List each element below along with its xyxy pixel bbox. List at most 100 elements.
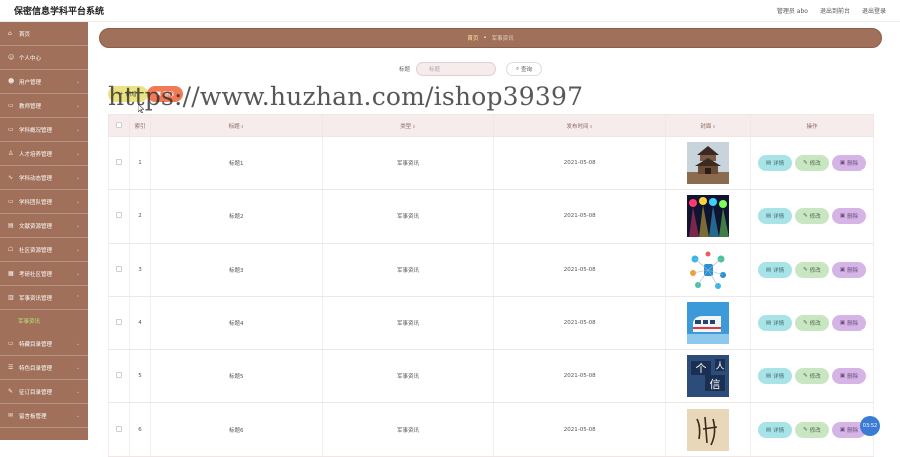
sidebar-item-dynamics[interactable]: ∿ 学科动态管理 ⌄ xyxy=(0,166,88,190)
edit-button[interactable]: ✎ 修改 xyxy=(794,155,829,172)
trash-icon: ▣ xyxy=(839,426,846,433)
pencil-icon: ✎ xyxy=(803,320,808,327)
train-image xyxy=(687,302,730,345)
col-header-title[interactable]: 标题⬍ xyxy=(149,114,323,137)
breadcrumb: 首页 • 军事资讯 xyxy=(99,28,882,48)
row-delete-button[interactable]: ▣ 删除 xyxy=(831,208,866,225)
sidebar-item-teachers[interactable]: ▭ 教师管理 ⌄ xyxy=(0,94,88,118)
book-icon: ▤ xyxy=(8,222,14,229)
cell-ops: ▤ 详情 ✎ 修改 ▣ 删除 xyxy=(749,296,875,351)
back-to-front-link[interactable]: 退出到前台 xyxy=(820,6,850,15)
sidebar-item-overview[interactable]: ▭ 学科概况管理 ⌄ xyxy=(0,118,88,142)
sidebar-item-forum[interactable]: ▦ 考研社区管理 ⌄ xyxy=(0,262,88,286)
cell-ops: ▤ 详情 ✎ 修改 ▣ 删除 xyxy=(749,189,875,244)
pencil-icon: ✎ xyxy=(803,373,808,380)
team-icon: ▭ xyxy=(8,198,14,205)
search-input[interactable]: 标题 xyxy=(416,62,497,76)
detail-button[interactable]: ▤ 详情 xyxy=(757,368,792,385)
sidebar-item-literature[interactable]: ▤ 文献资源管理 ⌄ xyxy=(0,214,88,238)
query-button-label: 查询 xyxy=(521,67,533,73)
select-all-checkbox[interactable] xyxy=(108,114,130,137)
row-delete-button[interactable]: ▣ 删除 xyxy=(831,368,866,385)
chevron-down-icon: ⌄ xyxy=(75,270,80,277)
table-row: 3 标题3 军事资讯 2021-05-08 ▤ 详情 ✎ 修改 ▣ 删除 xyxy=(108,243,875,297)
batch-delete-button[interactable]: ▣ 删除 xyxy=(147,86,183,102)
sidebar-item-home[interactable]: ⌂ 首页 xyxy=(0,22,88,46)
sort-icon: ⬍ xyxy=(589,123,593,129)
sidebar-item-featured-catalog[interactable]: ☰ 特色目录管理 ⌄ xyxy=(0,356,88,380)
trash-icon: ▣ xyxy=(155,91,162,97)
breadcrumb-current: 军事资讯 xyxy=(491,36,514,42)
search-row: 标题 标题 ⌕ 查询 xyxy=(399,62,543,76)
sidebar-item-news[interactable]: ▥ 军事资讯管理 ⌃ xyxy=(0,286,88,310)
detail-button[interactable]: ▤ 详情 xyxy=(757,208,792,225)
top-bar: 保密信息学科平台系统 管理员 abo 退出到前台 退出登录 xyxy=(0,0,900,22)
sidebar-item-label: 首页 xyxy=(19,31,31,38)
breadcrumb-home[interactable]: 首页 xyxy=(467,34,478,42)
row-checkbox[interactable] xyxy=(108,296,130,351)
person-icon: ♙ xyxy=(8,150,14,157)
row-delete-button[interactable]: ▣ 删除 xyxy=(831,261,866,278)
cell-cover xyxy=(665,243,751,297)
sidebar-item-community[interactable]: ☖ 社区资源管理 ⌄ xyxy=(0,238,88,262)
trash-icon: ▣ xyxy=(839,320,846,327)
cell-date: 2021-05-08 xyxy=(493,243,667,297)
table-row: 2 标题2 军事资讯 2021-05-08 ▤ 详情 ✎ 修改 ▣ 删除 xyxy=(108,189,875,244)
data-table: 索引 标题⬍ 类型⬍ 发布时间⬍ 封面⬍ 操作 1 标题1 军事资讯 2021-05-… xyxy=(108,114,875,457)
edit-button[interactable]: ✎ 修改 xyxy=(794,368,829,385)
col-header-type[interactable]: 类型⬍ xyxy=(321,114,495,137)
row-checkbox[interactable] xyxy=(108,136,130,191)
chevron-down-icon: ⌄ xyxy=(75,222,80,229)
detail-button[interactable]: ▤ 详情 xyxy=(757,261,792,278)
query-button[interactable]: ⌕ 查询 xyxy=(506,62,543,76)
row-checkbox[interactable] xyxy=(108,243,130,297)
sidebar-item-subscription[interactable]: ✎ 征订目录管理 ⌄ xyxy=(0,380,88,404)
row-checkbox[interactable] xyxy=(108,189,130,244)
sidebar-item-label: 学科概况管理 xyxy=(19,127,53,134)
svg-text:信: 信 xyxy=(710,378,721,391)
row-checkbox[interactable] xyxy=(108,402,130,457)
trash-icon: ▣ xyxy=(839,373,846,380)
cell-ops: ▤ 详情 ✎ 修改 ▣ 删除 xyxy=(749,243,875,297)
sidebar-item-label: 军事资讯管理 xyxy=(19,295,53,302)
sidebar-item-talent[interactable]: ♙ 人才培养管理 ⌄ xyxy=(0,142,88,166)
sidebar-item-users[interactable]: ☻ 用户管理 ⌄ xyxy=(0,70,88,94)
sidebar-item-team[interactable]: ▭ 学科团队管理 ⌄ xyxy=(0,190,88,214)
edit-button[interactable]: ✎ 修改 xyxy=(794,315,829,332)
edit-button[interactable]: ✎ 修改 xyxy=(794,208,829,225)
folder-icon: ▭ xyxy=(8,126,14,133)
sort-icon: ⬍ xyxy=(240,123,244,129)
cell-index: 3 xyxy=(128,243,151,297)
sidebar-item-profile[interactable]: ☺ 个人中心 xyxy=(0,46,88,70)
sort-icon: ⬍ xyxy=(712,123,716,129)
chevron-down-icon: ⌄ xyxy=(75,246,80,253)
sidebar-subitem-military-news[interactable]: 军事资讯 xyxy=(0,310,88,332)
edit-button[interactable]: ✎ 修改 xyxy=(794,421,829,438)
add-button[interactable]: + 新增 xyxy=(108,86,148,102)
col-header-date[interactable]: 发布时间⬍ xyxy=(493,114,667,137)
detail-button[interactable]: ▤ 详情 xyxy=(757,421,792,438)
detail-button[interactable]: ▤ 详情 xyxy=(757,315,792,332)
cell-index: 6 xyxy=(128,402,151,457)
edit-button[interactable]: ✎ 修改 xyxy=(794,261,829,278)
network-diagram-image xyxy=(687,248,730,291)
svg-text:人: 人 xyxy=(716,361,725,372)
col-header-cover[interactable]: 封面⬍ xyxy=(665,114,751,137)
cell-date: 2021-05-08 xyxy=(493,349,667,404)
teacher-icon: ▭ xyxy=(8,102,14,109)
sidebar-item-special-collection[interactable]: ▭ 特藏目录管理 ⌄ xyxy=(0,332,88,356)
app-title: 保密信息学科平台系统 xyxy=(14,7,105,17)
cell-cover xyxy=(665,402,751,457)
document-icon: ▤ xyxy=(765,160,772,167)
home-icon: ⌂ xyxy=(8,30,12,37)
sidebar-item-messages[interactable]: ✉ 留言板管理 ⌄ xyxy=(0,404,88,428)
col-header-ops: 操作 xyxy=(749,114,875,137)
row-delete-button[interactable]: ▣ 删除 xyxy=(831,315,866,332)
clock-badge[interactable]: 03:52 xyxy=(860,416,880,436)
row-checkbox[interactable] xyxy=(108,349,130,404)
users-icon: ☻ xyxy=(8,78,15,85)
row-delete-button[interactable]: ▣ 删除 xyxy=(831,155,866,172)
sidebar: ⌂ 首页 ☺ 个人中心 ☻ 用户管理 ⌄ ▭ 教师管理 ⌄ ▭ 学科概况管理 ⌄ ♙ 人才培养管理… xyxy=(0,22,88,440)
logout-link[interactable]: 退出登录 xyxy=(862,6,886,15)
detail-button[interactable]: ▤ 详情 xyxy=(757,155,792,172)
